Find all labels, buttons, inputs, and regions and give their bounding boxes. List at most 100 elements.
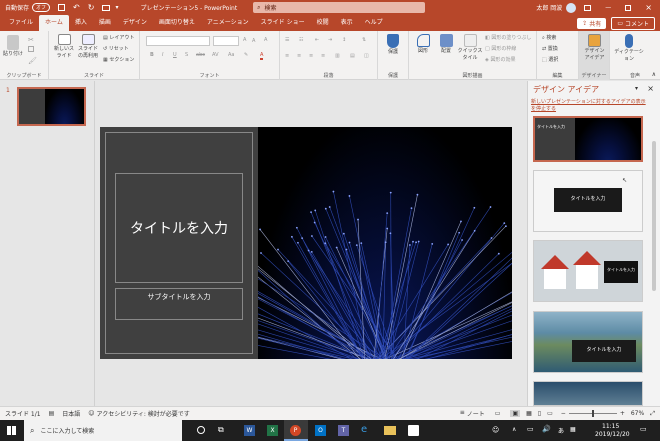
powerpoint-taskbar-button[interactable]: P — [284, 420, 308, 441]
align-right-icon[interactable]: ≡ — [309, 53, 313, 59]
line-spacing-icon[interactable]: ↕ — [342, 37, 346, 43]
save-icon[interactable] — [58, 4, 66, 11]
reading-view-icon[interactable]: ▯ — [538, 410, 541, 417]
comment-button[interactable]: ▭ コメント — [611, 16, 655, 30]
edge-icon[interactable]: e — [361, 424, 367, 435]
decrease-indent-icon[interactable]: ⇤ — [315, 37, 319, 43]
tab-animations[interactable]: アニメーション — [201, 15, 255, 31]
shape-fill-button[interactable]: ◧ 図形の塗りつぶし — [485, 34, 531, 41]
share-button[interactable]: ⇪ 共有 — [577, 17, 607, 29]
replace-button[interactable]: ⇄ 置換 — [542, 45, 558, 52]
align-text-icon[interactable]: ▤ — [350, 53, 355, 59]
copy-icon[interactable] — [28, 46, 34, 52]
font-color-icon[interactable]: A — [260, 52, 264, 60]
format-painter-icon[interactable]: 🖌 — [28, 57, 37, 65]
case-icon[interactable]: Aa — [228, 52, 234, 58]
select-button[interactable]: ⬚ 選択 — [542, 56, 558, 63]
zoom-in-icon[interactable]: + — [620, 410, 625, 417]
tab-home[interactable]: ホーム — [39, 15, 69, 31]
dictate-button[interactable]: ディクテーション — [614, 34, 644, 62]
text-direction-icon[interactable]: ⇅ — [362, 37, 366, 43]
teams-icon[interactable]: T — [338, 425, 349, 436]
cortana-icon[interactable] — [197, 426, 205, 434]
volume-icon[interactable]: 🔊 — [542, 425, 551, 433]
tab-draw[interactable]: 描画 — [93, 15, 117, 31]
slideshow-icon[interactable]: ▭ — [547, 410, 553, 417]
idea-thumb-2[interactable]: タイトルを入力 ↖ — [533, 170, 643, 232]
section-button[interactable]: ▦ セクション — [103, 56, 134, 63]
zoom-thumb[interactable] — [591, 410, 594, 417]
tray-arrow-icon[interactable]: ∧ — [512, 426, 516, 433]
excel-icon[interactable]: X — [267, 425, 278, 436]
idea-thumb-4[interactable]: タイトルを入力 — [533, 311, 643, 373]
tab-help[interactable]: ヘルプ — [359, 15, 389, 31]
design-ideas-button[interactable]: デザインアイデア — [582, 34, 607, 61]
shadow-icon[interactable]: S — [185, 52, 188, 58]
highlight-icon[interactable]: ✎ — [244, 52, 248, 58]
zoom-slider[interactable] — [568, 410, 617, 417]
font-size-select[interactable] — [213, 36, 239, 46]
paste-button[interactable]: 貼り付け — [3, 35, 23, 57]
fit-slide-icon[interactable]: ⤢ — [650, 410, 655, 418]
user-name[interactable]: 太郎 岡波 — [536, 3, 562, 12]
increase-indent-icon[interactable]: ⇥ — [328, 37, 332, 43]
align-center-icon[interactable]: ≡ — [297, 53, 301, 59]
clock-date[interactable]: 2019/12/20 — [595, 431, 630, 438]
outlook-icon[interactable]: O — [315, 425, 326, 436]
explorer-icon[interactable] — [384, 426, 396, 435]
clock-time[interactable]: 11:15 — [602, 423, 619, 430]
subtitle-placeholder[interactable]: サブタイトルを入力 — [115, 288, 243, 320]
find-button[interactable]: ⌕ 検索 — [542, 34, 556, 41]
minimize-icon[interactable]: — — [605, 4, 611, 11]
close-icon[interactable]: × — [645, 3, 652, 12]
pane-scrollbar[interactable] — [652, 141, 656, 291]
justify-icon[interactable]: ≡ — [321, 53, 325, 59]
new-slide-button[interactable]: 新しいスライド — [53, 34, 75, 59]
ime-mode-icon[interactable]: ▦ — [570, 426, 576, 433]
slide[interactable]: タイトルを入力 サブタイトルを入力 — [100, 127, 512, 359]
ime-icon[interactable]: あ — [558, 426, 564, 435]
shapes-button[interactable]: 図形 — [412, 34, 434, 54]
tab-insert[interactable]: 挿入 — [69, 15, 93, 31]
search-box[interactable]: ⌕ 検索 — [253, 2, 426, 13]
taskbar-search-box[interactable]: ⌕ ここに入力して検索 — [24, 420, 182, 441]
normal-view-icon[interactable]: ▣ — [510, 410, 521, 417]
stop-ideas-link[interactable]: 新しいプレゼンテーションに対するアイデアの表示を停止する — [531, 99, 649, 113]
autosave-toggle[interactable]: オフ — [32, 3, 51, 12]
bold-icon[interactable]: B — [150, 52, 154, 58]
spellcheck-icon[interactable]: ▤ — [49, 410, 55, 417]
present-icon[interactable] — [102, 4, 111, 11]
zoom-level[interactable]: 67% — [631, 410, 644, 417]
tab-slideshow[interactable]: スライド ショー — [255, 15, 311, 31]
grow-font-icon[interactable]: A — [243, 37, 246, 43]
accessibility-status[interactable]: アクセシビリティ: 検討が必要です — [97, 409, 190, 418]
smartart-icon[interactable]: ◫ — [364, 53, 369, 59]
idea-thumb-1[interactable]: タイトルを入力 — [533, 116, 643, 162]
tab-review[interactable]: 校閲 — [311, 15, 335, 31]
tab-transitions[interactable]: 画面切り替え — [153, 15, 201, 31]
collapse-ribbon-icon[interactable]: ∧ — [652, 71, 656, 78]
quick-styles-button[interactable]: クイックスタイル — [457, 34, 483, 61]
pane-options-icon[interactable]: ▾ — [635, 85, 638, 92]
comments-icon[interactable]: ▭ — [495, 410, 501, 417]
numbering-icon[interactable]: ☷ — [299, 37, 303, 43]
windows-start-icon[interactable] — [7, 426, 16, 435]
undo-icon[interactable]: ↶ — [73, 3, 80, 12]
slide-thumbnail[interactable] — [17, 87, 86, 126]
word-icon[interactable]: W — [244, 425, 255, 436]
idea-thumb-5[interactable] — [533, 381, 643, 406]
avatar[interactable] — [566, 2, 577, 13]
customize-qat-icon[interactable]: ▾ — [115, 4, 118, 11]
layout-button[interactable]: ▤ レイアウト — [103, 34, 134, 41]
pane-close-icon[interactable]: × — [647, 84, 654, 93]
clear-format-icon[interactable]: A — [264, 37, 267, 43]
underline-icon[interactable]: U — [173, 52, 177, 58]
store-icon[interactable] — [408, 425, 419, 436]
tab-design[interactable]: デザイン — [117, 15, 153, 31]
shape-outline-button[interactable]: □ 図形の枠線 — [485, 45, 516, 52]
tab-view[interactable]: 表示 — [335, 15, 359, 31]
zoom-out-icon[interactable]: − — [561, 410, 566, 417]
spacing-icon[interactable]: AV — [212, 52, 219, 58]
idea-thumb-3[interactable]: タイトルを入力 — [533, 240, 643, 302]
reuse-slides-button[interactable]: スライドの再利用 — [77, 34, 99, 59]
